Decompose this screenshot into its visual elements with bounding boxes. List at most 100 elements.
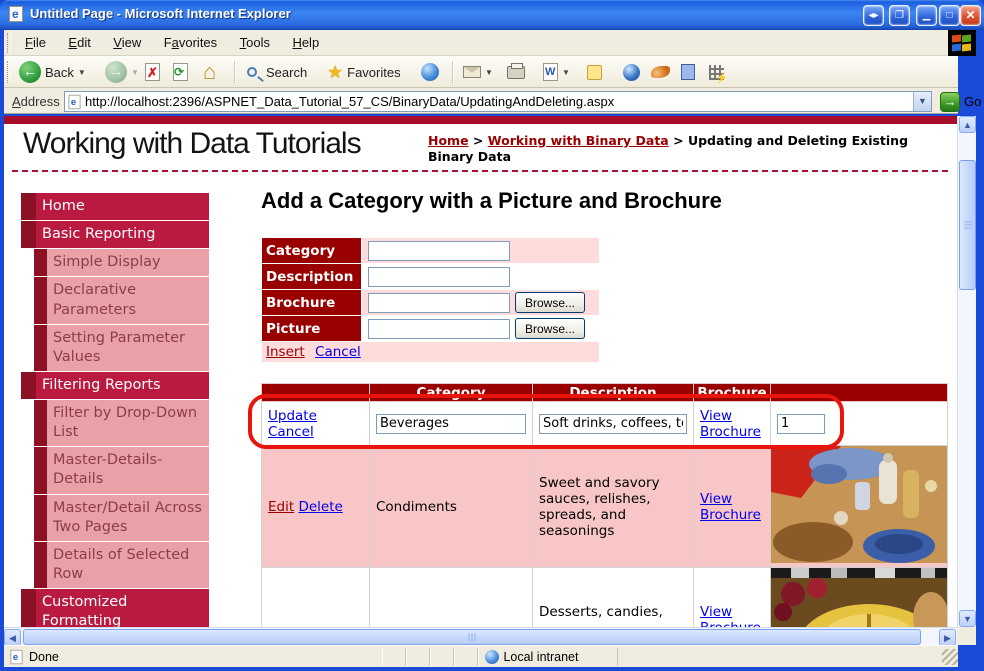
status-pane [430,648,454,666]
vertical-scrollbar[interactable]: ▲ ▼ [957,116,976,627]
menu-bar: File Edit View Favorites Tools Help [4,30,958,56]
print-button[interactable] [504,59,528,85]
confections-photo [771,568,947,627]
menu-help[interactable]: Help [283,30,328,55]
extension-sphere-button[interactable] [620,59,643,85]
sidebar-item-customized-formatting[interactable]: Customized Formatting [21,589,209,627]
brochure-label: Brochure [262,290,362,316]
search-button[interactable]: Search [244,59,310,85]
sidebar-nav: Home Basic Reporting Simple Display Decl… [21,193,209,627]
view-brochure-link[interactable]: View Brochure [700,491,761,523]
close-button[interactable]: ✕ [960,5,981,26]
category-field[interactable] [368,241,510,261]
menu-tools[interactable]: Tools [231,30,279,55]
minimize-button[interactable]: ▁ [916,5,937,26]
nav-tab [34,400,47,446]
status-pane [454,648,478,666]
vertical-scroll-thumb[interactable] [959,160,976,290]
refresh-button[interactable]: ⟳ [170,59,191,85]
toolbar-grip[interactable] [7,61,11,83]
zone-text: Local intranet [503,650,578,664]
category-label: Category [262,238,362,264]
sidebar-item-setting-parameter-values[interactable]: Setting Parameter Values [34,325,209,371]
popout-button[interactable]: ❐ [889,5,910,26]
forward-icon: → [105,61,127,83]
sidebar-item-master-details-details[interactable]: Master-Details-Details [34,447,209,493]
status-page-icon: e [11,649,23,663]
status-pane [406,648,430,666]
grid-row-condiments: Edit Delete Condiments Sweet and savory … [262,446,948,568]
annotation-highlight [248,394,844,449]
resize-grip[interactable] [942,649,958,665]
extension-fox-button[interactable] [648,59,673,85]
print-icon [507,66,525,79]
scroll-right-icon[interactable]: ▶ [939,629,956,646]
delete-link[interactable]: Delete [298,499,342,515]
extension-research-button[interactable] [678,59,698,85]
forward-button[interactable]: →▼ [102,59,142,85]
sphere-icon [623,64,640,81]
breadcrumb: Home > Working with Binary Data > Updati… [428,133,940,166]
menu-view[interactable]: View [104,30,150,55]
sidebar-item-label: Setting Parameter Values [47,325,209,371]
picture-field[interactable] [368,319,510,339]
go-button[interactable]: → Go [940,91,981,112]
pan-left-right-button[interactable]: ◂▸ [863,5,884,26]
scroll-down-icon[interactable]: ▼ [959,610,976,627]
nav-tab [34,447,47,493]
sidebar-item-filtering-reports[interactable]: Filtering Reports [21,372,209,399]
nav-tab [21,372,36,399]
back-button[interactable]: ← Back▼ [16,59,89,85]
menu-favorites[interactable]: Favorites [155,30,226,55]
menu-edit[interactable]: Edit [59,30,99,55]
discuss-button[interactable] [584,59,605,85]
refresh-icon: ⟳ [173,63,188,81]
scroll-up-icon[interactable]: ▲ [959,116,976,133]
back-icon: ← [19,61,41,83]
sidebar-item-master-detail-two-pages[interactable]: Master/Detail Across Two Pages [34,495,209,541]
sidebar-item-declarative-parameters[interactable]: Declarative Parameters [34,277,209,323]
sidebar-item-label: Declarative Parameters [47,277,209,323]
view-brochure-link[interactable]: View Brochure [700,604,761,627]
maximize-button[interactable]: □ [939,5,960,26]
ie-page-icon: e [69,94,81,108]
menu-file[interactable]: File [16,30,55,55]
horizontal-scrollbar[interactable]: ◀ ▶ [4,627,957,645]
scrollbar-corner [957,627,976,645]
address-input[interactable]: e http://localhost:2396/ASPNET_Data_Tuto… [64,91,932,112]
media-button[interactable] [418,59,442,85]
word-icon: W [543,63,558,81]
brochure-field[interactable] [368,293,510,313]
insert-link[interactable]: Insert [266,344,305,360]
sidebar-item-home[interactable]: Home [21,193,209,220]
brochure-browse-button[interactable]: Browse... [515,292,585,313]
window-title: Untitled Page - Microsoft Internet Explo… [30,6,291,21]
sidebar-item-simple-display[interactable]: Simple Display [34,249,209,276]
extension-grid-button[interactable] [706,59,727,85]
picture-browse-button[interactable]: Browse... [515,318,585,339]
horizontal-scroll-thumb[interactable] [23,629,921,645]
sidebar-item-details-of-selected-row[interactable]: Details of Selected Row [34,542,209,588]
status-text: Done [29,650,59,664]
mail-button[interactable]: ▼ [460,59,496,85]
nav-tab [34,277,47,323]
stop-button[interactable]: ✗ [142,59,163,85]
sidebar-item-basic-reporting[interactable]: Basic Reporting [21,221,209,248]
scroll-left-icon[interactable]: ◀ [4,629,21,646]
sidebar-item-label: Master/Detail Across Two Pages [47,495,209,541]
address-label: Address [12,94,60,109]
address-dropdown-icon[interactable]: ▼ [913,92,931,111]
sidebar-item-filter-by-dropdown-list[interactable]: Filter by Drop-Down List [34,400,209,446]
back-dropdown-icon[interactable]: ▼ [78,68,86,77]
edit-with-word-button[interactable]: W ▼ [540,59,573,85]
breadcrumb-section-link[interactable]: Working with Binary Data [488,133,669,148]
form-cancel-link[interactable]: Cancel [315,344,361,360]
home-button[interactable]: ⌂ [200,59,219,85]
nav-tab [34,249,47,276]
menu-grip[interactable] [7,33,11,53]
edit-link[interactable]: Edit [268,499,294,515]
title-bar: e Untitled Page - Microsoft Internet Exp… [0,0,984,30]
description-field[interactable] [368,267,510,287]
favorites-button[interactable]: ★ Favorites [324,59,404,85]
breadcrumb-home-link[interactable]: Home [428,133,469,148]
